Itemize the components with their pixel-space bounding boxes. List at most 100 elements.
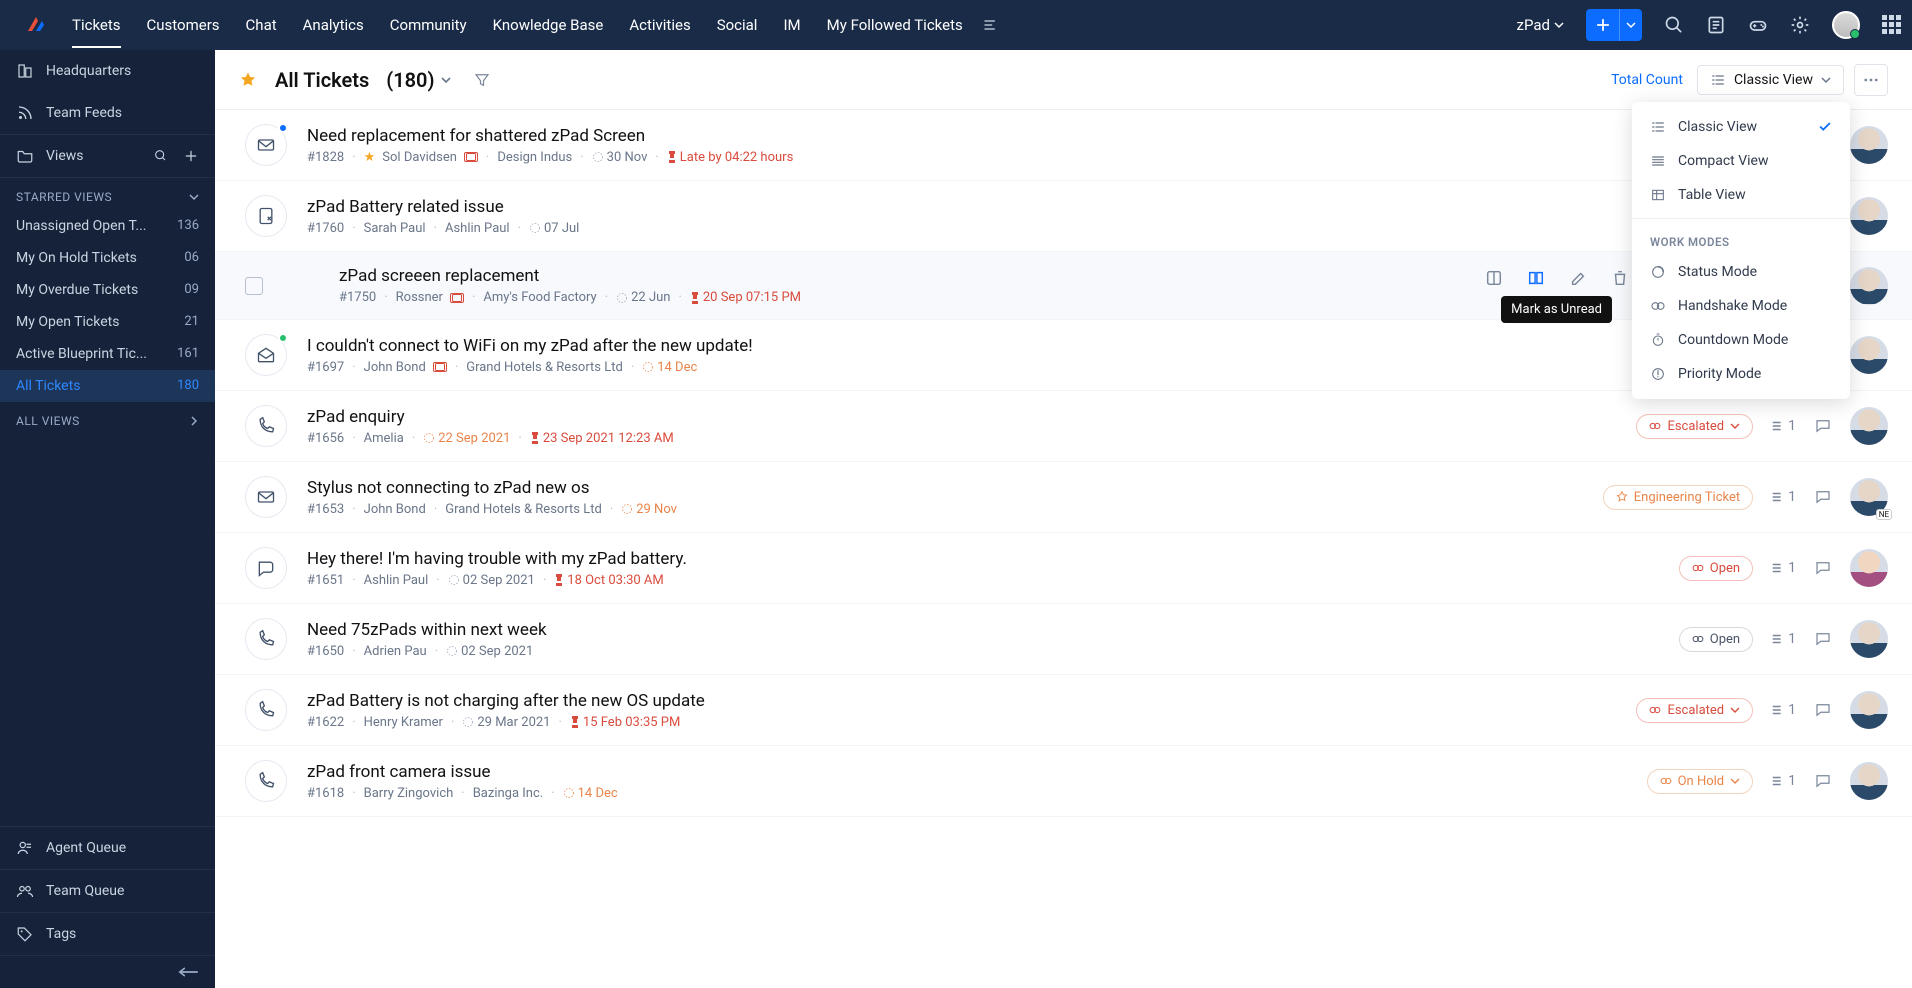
comment-icon[interactable] [1814,559,1832,577]
sidebar-view-item[interactable]: My On Hold Tickets06 [0,242,215,274]
nav-customers[interactable]: Customers [147,16,220,34]
dropdown-item-classic[interactable]: Classic View [1632,110,1850,144]
nav-my-followed-tickets[interactable]: My Followed Tickets [827,16,963,34]
dropdown-item-status[interactable]: Status Mode [1632,255,1850,289]
ticket-title[interactable]: Hey there! I'm having trouble with my zP… [307,549,1679,569]
nav-chat[interactable]: Chat [246,16,277,34]
ticket-title[interactable]: zPad front camera issue [307,762,1647,782]
comment-icon[interactable] [1814,701,1832,719]
mark-unread-icon[interactable] [1526,268,1546,288]
comment-icon[interactable] [1814,772,1832,790]
assignee-avatar[interactable] [1850,336,1888,374]
ticket-row[interactable]: zPad front camera issue#1618Barry Zingov… [215,746,1912,817]
comment-icon[interactable] [1814,630,1832,648]
edit-icon[interactable] [1568,268,1588,288]
comment-icon[interactable] [1814,488,1832,506]
assignee-avatar[interactable] [1850,407,1888,445]
gamepad-icon[interactable] [1748,15,1768,35]
plus-icon[interactable] [183,148,199,164]
sidebar-allviews-header[interactable]: ALL VIEWS [0,402,215,434]
department-selector[interactable]: zPad [1517,16,1564,34]
status-badge[interactable]: Escalated [1636,414,1753,439]
sidebar-view-item[interactable]: My Overdue Tickets09 [0,274,215,306]
sidebar-team-feeds[interactable]: Team Feeds [0,92,215,134]
assignee-avatar[interactable] [1850,691,1888,729]
sidebar-agent-queue[interactable]: Agent Queue [0,826,215,869]
thread-count[interactable]: 1 [1771,702,1796,718]
row-checkbox[interactable] [245,277,263,295]
status-badge[interactable]: On Hold [1647,769,1754,794]
user-avatar[interactable] [1832,11,1860,39]
sidebar-collapse[interactable] [0,955,215,988]
nav-community[interactable]: Community [390,16,467,34]
ticket-title[interactable]: zPad Battery related issue [307,197,1850,217]
assignee-avatar[interactable] [1850,549,1888,587]
nav-im[interactable]: IM [783,16,800,34]
main: All Tickets (180) Total Count Classic Vi… [215,50,1912,988]
status-badge[interactable]: Open [1679,556,1753,581]
sidebar-team-queue[interactable]: Team Queue [0,869,215,912]
search-icon[interactable] [1664,15,1684,35]
dropdown-item-compact[interactable]: Compact View [1632,144,1850,178]
ticket-title[interactable]: zPad enquiry [307,407,1636,427]
dropdown-item-countdown[interactable]: Countdown Mode [1632,323,1850,357]
sidebar-view-item[interactable]: My Open Tickets21 [0,306,215,338]
more-menu[interactable] [1854,64,1888,96]
thread-count[interactable]: 1 [1771,489,1796,505]
ticket-title[interactable]: Stylus not connecting to zPad new os [307,478,1603,498]
assign-icon[interactable] [1484,268,1504,288]
ticket-row[interactable]: zPad Battery is not charging after the n… [215,675,1912,746]
chevron-down-icon[interactable] [1620,20,1642,30]
status-badge[interactable]: Engineering Ticket [1603,485,1753,510]
feed-icon[interactable] [1706,15,1726,35]
nav-social[interactable]: Social [717,16,758,34]
view-mode-selector[interactable]: Classic View [1697,65,1844,95]
comment-icon[interactable] [1814,417,1832,435]
sidebar-tags[interactable]: Tags [0,912,215,955]
dropdown-item-table[interactable]: Table View [1632,178,1850,212]
total-count-link[interactable]: Total Count [1611,72,1683,88]
ticket-title[interactable]: Need replacement for shattered zPad Scre… [307,126,1850,146]
sidebar-view-item[interactable]: Unassigned Open T...136 [0,210,215,242]
add-button[interactable] [1586,9,1642,41]
assignee-avatar[interactable] [1850,762,1888,800]
sidebar-views[interactable]: Views [0,134,215,178]
nav-activities[interactable]: Activities [629,16,690,34]
ticket-row[interactable]: Hey there! I'm having trouble with my zP… [215,533,1912,604]
sidebar-view-item[interactable]: All Tickets180 [0,370,215,402]
ticket-row[interactable]: Stylus not connecting to zPad new os#165… [215,462,1912,533]
search-icon[interactable] [153,148,169,164]
ticket-row[interactable]: zPad enquiry#1656Amelia 22 Sep 2021 23 S… [215,391,1912,462]
ticket-title[interactable]: Need 75zPads within next week [307,620,1679,640]
assignee-avatar[interactable] [1850,197,1888,235]
nav-overflow-icon[interactable] [983,15,999,35]
filter-icon[interactable] [473,71,491,89]
assignee-avatar[interactable] [1850,620,1888,658]
dropdown-item-priority[interactable]: Priority Mode [1632,357,1850,391]
status-badge[interactable]: Open [1679,627,1753,652]
nav-knowledge-base[interactable]: Knowledge Base [493,16,604,34]
assignee-avatar[interactable] [1850,267,1888,305]
thread-count[interactable]: 1 [1771,418,1796,434]
app-logo[interactable] [22,11,50,39]
star-icon[interactable] [239,71,257,89]
thread-count[interactable]: 1 [1771,631,1796,647]
sidebar-starred-header[interactable]: STARRED VIEWS [0,178,215,210]
ticket-title[interactable]: zPad Battery is not charging after the n… [307,691,1636,711]
sidebar-view-item[interactable]: Active Blueprint Tic...161 [0,338,215,370]
nav-analytics[interactable]: Analytics [303,16,364,34]
view-title[interactable]: All Tickets (180) [275,68,451,92]
apps-grid-icon[interactable] [1882,15,1902,35]
assignee-avatar[interactable] [1850,126,1888,164]
delete-icon[interactable] [1610,268,1630,288]
gear-icon[interactable] [1790,15,1810,35]
thread-count[interactable]: 1 [1771,560,1796,576]
status-badge[interactable]: Escalated [1636,698,1753,723]
ticket-title[interactable]: I couldn't connect to WiFi on my zPad af… [307,336,1850,356]
nav-tickets[interactable]: Tickets [72,16,121,34]
dropdown-item-handshake[interactable]: Handshake Mode [1632,289,1850,323]
thread-count[interactable]: 1 [1771,773,1796,789]
sidebar-headquarters[interactable]: Headquarters [0,50,215,92]
assignee-avatar[interactable] [1850,478,1888,516]
ticket-row[interactable]: Need 75zPads within next week#1650Adrien… [215,604,1912,675]
